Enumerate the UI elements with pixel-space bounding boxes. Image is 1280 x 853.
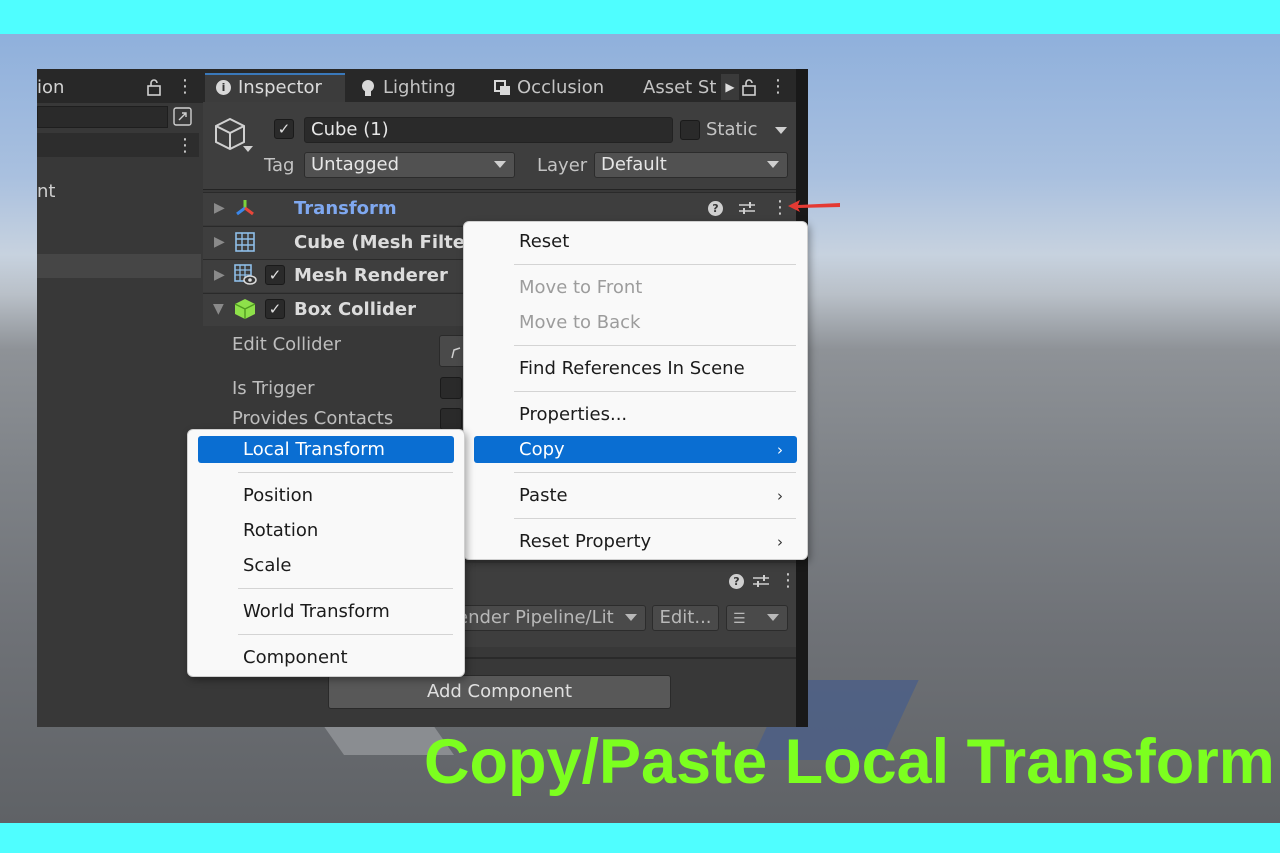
- icon-dropdown-arrow[interactable]: [243, 146, 253, 152]
- active-checkbox[interactable]: ✓: [274, 119, 294, 139]
- submenu-item-world-transform[interactable]: World Transform: [243, 601, 390, 622]
- component-meshfilter-name[interactable]: Cube (Mesh Filter): [294, 232, 482, 253]
- occlusion-icon: [494, 80, 510, 95]
- menu-item-paste[interactable]: Paste: [519, 485, 568, 506]
- mesh-renderer-icon: [234, 264, 257, 285]
- component-boxcollider-name[interactable]: Box Collider: [294, 299, 416, 320]
- meshrenderer-enabled-checkbox[interactable]: ✓: [265, 265, 285, 285]
- bottom-band: [0, 823, 1280, 853]
- shader-value: ender Pipeline/Lit: [457, 607, 614, 628]
- mesh-grid-icon: [235, 232, 255, 252]
- foldout-arrow-icon[interactable]: ▶: [214, 234, 225, 250]
- hierarchy-panel: [37, 69, 203, 727]
- cube-icon[interactable]: [213, 117, 247, 153]
- add-component-button[interactable]: Add Component: [328, 675, 671, 709]
- edit-collider-label: Edit Collider: [232, 334, 342, 355]
- hierarchy-tab-label[interactable]: ion: [37, 77, 64, 98]
- menu-item-move-to-front[interactable]: Move to Front: [519, 277, 642, 298]
- gameobject-name-field[interactable]: Cube (1): [304, 117, 673, 143]
- kebab-menu-icon[interactable]: ⋮: [779, 570, 797, 591]
- chevron-down-icon: [767, 614, 779, 621]
- lock-icon[interactable]: [741, 78, 757, 96]
- expand-icon[interactable]: [173, 107, 193, 127]
- foldout-expanded-icon[interactable]: ▼: [213, 301, 224, 317]
- foldout-arrow-icon[interactable]: ▶: [214, 200, 225, 216]
- menu-separator: [238, 472, 453, 473]
- menu-item-reset-property[interactable]: Reset Property: [519, 531, 651, 552]
- submenu-item-rotation[interactable]: Rotation: [243, 520, 318, 541]
- kebab-menu-icon[interactable]: ⋮: [176, 76, 194, 97]
- hierarchy-item[interactable]: nt: [37, 181, 55, 202]
- foldout-arrow-icon[interactable]: ▶: [214, 267, 225, 283]
- menu-item-properties[interactable]: Properties...: [519, 404, 627, 425]
- tab-asset-store[interactable]: Asset St: [643, 77, 721, 98]
- help-icon[interactable]: ?: [708, 201, 723, 216]
- static-dropdown-arrow[interactable]: [775, 127, 787, 134]
- boxcollider-enabled-checkbox[interactable]: ✓: [265, 299, 285, 319]
- tab-inspector[interactable]: Inspector: [238, 77, 322, 98]
- list-icon: ☰: [733, 611, 746, 627]
- chevron-right-icon: ›: [777, 441, 783, 459]
- transform-axes-icon: [236, 200, 254, 216]
- tab-scroll-right-icon[interactable]: ▶: [721, 74, 739, 100]
- copy-submenu: Local Transform Position Rotation Scale …: [187, 429, 465, 677]
- menu-item-move-to-back[interactable]: Move to Back: [519, 312, 640, 333]
- provides-contacts-checkbox[interactable]: [440, 408, 462, 430]
- tab-asset-store-wrap[interactable]: Asset St: [643, 77, 721, 98]
- is-trigger-checkbox[interactable]: [440, 377, 462, 399]
- presets-sliders-icon[interactable]: [738, 200, 756, 216]
- chevron-right-icon: ›: [777, 487, 783, 505]
- submenu-item-local-transform[interactable]: Local Transform: [243, 439, 385, 460]
- hierarchy-selected-row[interactable]: [37, 254, 201, 278]
- submenu-item-position[interactable]: Position: [243, 485, 313, 506]
- lock-icon[interactable]: [146, 78, 162, 96]
- menu-item-reset[interactable]: Reset: [519, 231, 569, 252]
- tag-label: Tag: [264, 155, 295, 176]
- menu-separator: [514, 518, 796, 519]
- top-band: [0, 0, 1280, 34]
- chevron-down-icon: [494, 161, 506, 168]
- kebab-menu-icon[interactable]: ⋮: [769, 76, 787, 97]
- static-label: Static: [706, 119, 758, 140]
- help-icon[interactable]: ?: [729, 574, 744, 589]
- menu-separator: [514, 345, 796, 346]
- static-checkbox[interactable]: [680, 120, 700, 140]
- component-transform-name[interactable]: Transform: [294, 198, 397, 219]
- tab-lighting[interactable]: Lighting: [383, 77, 456, 98]
- menu-separator: [238, 634, 453, 635]
- tab-occlusion[interactable]: Occlusion: [517, 77, 604, 98]
- is-trigger-label: Is Trigger: [232, 378, 315, 399]
- menu-item-find-references[interactable]: Find References In Scene: [519, 358, 745, 379]
- tag-dropdown[interactable]: Untagged: [304, 152, 515, 178]
- menu-separator: [514, 472, 796, 473]
- submenu-item-scale[interactable]: Scale: [243, 555, 291, 576]
- context-menu: Reset Move to Front Move to Back Find Re…: [463, 221, 808, 560]
- menu-item-copy[interactable]: Copy: [519, 439, 565, 460]
- shader-options-dropdown[interactable]: ☰: [726, 605, 788, 631]
- provides-contacts-label: Provides Contacts: [232, 408, 394, 429]
- red-arrow-annotation: [788, 200, 840, 212]
- scene-row[interactable]: [37, 133, 199, 157]
- tag-value: Untagged: [311, 154, 400, 175]
- lightbulb-icon: [362, 80, 374, 96]
- caption-title: Copy/Paste Local Transform: [424, 727, 1275, 797]
- menu-separator: [514, 264, 796, 265]
- menu-separator: [514, 391, 796, 392]
- shader-edit-button[interactable]: Edit...: [652, 605, 719, 631]
- layer-label: Layer: [537, 155, 588, 176]
- component-meshrenderer-name[interactable]: Mesh Renderer: [294, 265, 448, 286]
- presets-sliders-icon[interactable]: [752, 573, 770, 589]
- layer-value: Default: [601, 154, 667, 175]
- menu-separator: [238, 588, 453, 589]
- info-icon: i: [216, 80, 231, 95]
- layer-dropdown[interactable]: Default: [594, 152, 788, 178]
- shader-dropdown[interactable]: ender Pipeline/Lit: [450, 605, 646, 631]
- submenu-item-component[interactable]: Component: [243, 647, 348, 668]
- chevron-down-icon: [767, 161, 779, 168]
- chevron-right-icon: ›: [777, 533, 783, 551]
- chevron-down-icon: [625, 614, 637, 621]
- hierarchy-search-input[interactable]: [37, 106, 168, 128]
- kebab-menu-icon[interactable]: ⋮: [176, 135, 194, 156]
- box-collider-icon: [234, 299, 256, 319]
